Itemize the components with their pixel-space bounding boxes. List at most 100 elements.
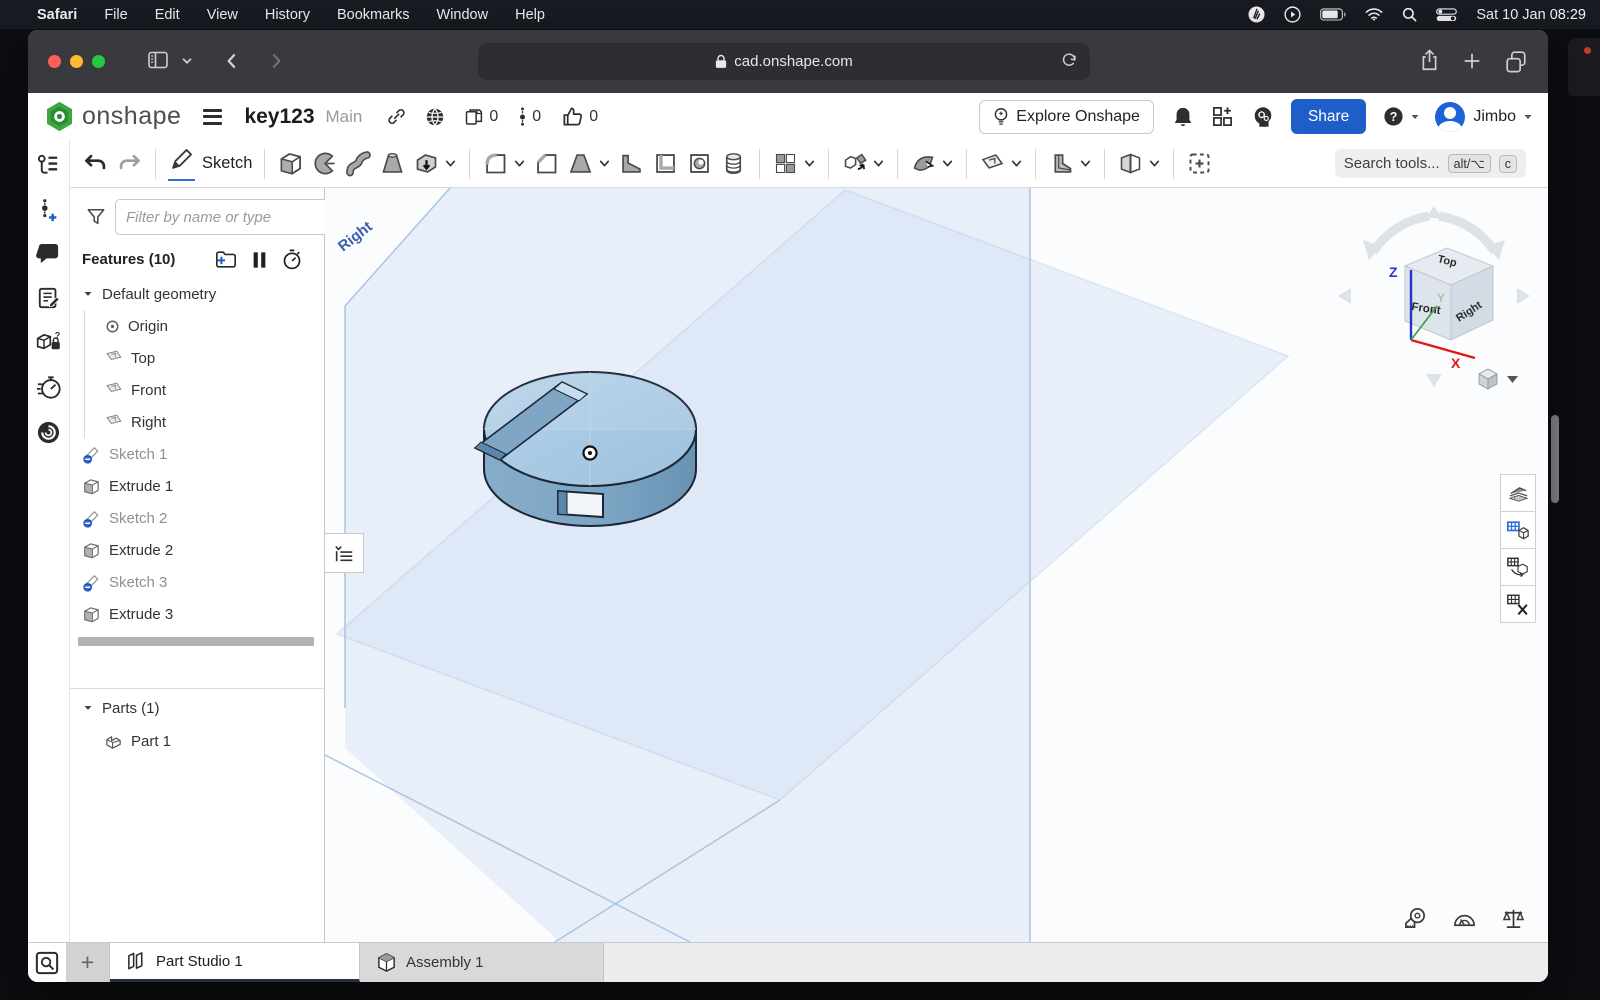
origin-marker[interactable] xyxy=(584,447,597,460)
scene-canvas[interactable]: Right xyxy=(325,188,1548,942)
split-dropdown-icon[interactable] xyxy=(1148,157,1161,170)
spotlight-icon[interactable] xyxy=(1402,7,1417,22)
likes-icon[interactable] xyxy=(561,105,584,128)
surface-dropdown-icon[interactable] xyxy=(941,157,954,170)
mass-properties-button[interactable] xyxy=(1501,907,1526,930)
menu-history[interactable]: History xyxy=(265,7,310,23)
rib-tool-button[interactable] xyxy=(618,150,645,177)
add-tab-button[interactable]: + xyxy=(66,943,110,982)
parts-header-row[interactable]: Parts (1) xyxy=(70,691,324,725)
undo-button[interactable] xyxy=(82,150,109,177)
menu-help[interactable]: Help xyxy=(515,7,545,23)
part-body[interactable] xyxy=(475,372,696,526)
menu-edit[interactable]: Edit xyxy=(155,7,180,23)
dock-notes-button[interactable] xyxy=(37,286,61,310)
thicken-dropdown-icon[interactable] xyxy=(444,157,457,170)
feature-sketch-1[interactable]: Sketch 1 xyxy=(70,438,324,470)
menu-bar-clock[interactable]: Sat 10 Jan 08:29 xyxy=(1476,7,1586,23)
feature-default-geometry[interactable]: Default geometry xyxy=(70,278,324,310)
redo-button[interactable] xyxy=(116,150,143,177)
close-window-button[interactable] xyxy=(48,55,61,68)
menu-window[interactable]: Window xyxy=(437,7,489,23)
plane-tool-button[interactable] xyxy=(979,150,1006,177)
notifications-bell-icon[interactable] xyxy=(1172,105,1194,129)
plane-dropdown-icon[interactable] xyxy=(1010,157,1023,170)
feature-origin[interactable]: Origin xyxy=(85,310,324,342)
rollback-bar[interactable] xyxy=(78,637,314,646)
share-button[interactable]: Share xyxy=(1291,99,1366,134)
fillet-tool-button[interactable] xyxy=(482,150,509,177)
suppress-pause-icon[interactable] xyxy=(252,251,267,269)
status-app-icon[interactable] xyxy=(1248,6,1265,23)
dock-create-version-button[interactable] xyxy=(38,197,59,223)
zoom-window-button[interactable] xyxy=(92,55,105,68)
user-avatar[interactable] xyxy=(1435,102,1465,132)
copies-icon[interactable] xyxy=(463,106,484,128)
feature-top-plane[interactable]: Top xyxy=(85,342,324,374)
pattern-dropdown-icon[interactable] xyxy=(803,157,816,170)
chamfer-tool-button[interactable] xyxy=(533,150,560,177)
user-name[interactable]: Jimbo xyxy=(1473,108,1516,126)
brand-name[interactable]: onshape xyxy=(82,102,181,131)
sidebar-chevron-icon[interactable] xyxy=(180,54,194,68)
fillet-dropdown-icon[interactable] xyxy=(513,157,526,170)
sketch-planes[interactable] xyxy=(325,188,1288,942)
pattern-tool-button[interactable] xyxy=(772,150,799,177)
forward-button[interactable] xyxy=(266,50,286,72)
help-chevron-icon[interactable] xyxy=(1409,111,1421,123)
back-button[interactable] xyxy=(222,50,242,72)
rotate-left-arrow[interactable] xyxy=(1338,288,1351,304)
right-plane-label[interactable]: Right xyxy=(335,218,376,255)
transform-dropdown-icon[interactable] xyxy=(872,157,885,170)
dock-comments-button[interactable] xyxy=(36,243,61,266)
feature-right-plane[interactable]: Right xyxy=(85,406,324,438)
hole-tool-button[interactable] xyxy=(686,150,713,177)
insert-derived-button[interactable] xyxy=(1186,150,1213,177)
dock-assistant-button[interactable] xyxy=(36,420,61,445)
reload-icon[interactable] xyxy=(1060,51,1079,70)
sketch-button[interactable]: Sketch xyxy=(168,146,252,181)
menu-bookmarks[interactable]: Bookmarks xyxy=(337,7,410,23)
menu-view[interactable]: View xyxy=(207,7,238,23)
appearance-panel-button[interactable] xyxy=(1500,474,1536,512)
minimize-window-button[interactable] xyxy=(70,55,83,68)
shell-tool-button[interactable] xyxy=(652,150,679,177)
feature-front-plane[interactable]: Front xyxy=(85,374,324,406)
public-globe-icon[interactable] xyxy=(424,106,446,128)
onshape-logo[interactable] xyxy=(44,101,75,132)
part-row-1[interactable]: Part 1 xyxy=(70,725,324,757)
protractor-button[interactable] xyxy=(1452,907,1477,930)
draft-dropdown-icon[interactable] xyxy=(598,157,611,170)
surface-tool-button[interactable] xyxy=(910,150,937,177)
graphics-viewport[interactable]: Right xyxy=(325,188,1548,942)
thread-tool-button[interactable] xyxy=(720,150,747,177)
feature-extrude-2[interactable]: Extrude 2 xyxy=(70,534,324,566)
sidebar-toggle-icon[interactable] xyxy=(146,48,170,72)
feature-extrude-1[interactable]: Extrude 1 xyxy=(70,470,324,502)
wifi-icon[interactable] xyxy=(1365,8,1383,21)
window-scrollbar[interactable] xyxy=(1551,415,1559,503)
menu-safari[interactable]: Safari xyxy=(37,7,77,23)
document-menu-icon[interactable] xyxy=(203,109,222,125)
chevron-down-icon[interactable] xyxy=(82,702,94,714)
feature-sketch-2[interactable]: Sketch 2 xyxy=(70,502,324,534)
play-status-icon[interactable] xyxy=(1284,6,1301,23)
split-tool-button[interactable] xyxy=(1117,150,1144,177)
roll-ccw-arrow[interactable] xyxy=(1373,216,1429,252)
tab-assembly-1[interactable]: Assembly 1 xyxy=(360,943,604,982)
custom-tables-panel-button[interactable] xyxy=(1500,548,1536,586)
thicken-tool-button[interactable] xyxy=(413,150,440,177)
revolve-tool-button[interactable] xyxy=(311,150,338,177)
feature-extrude-3[interactable]: Extrude 3 xyxy=(70,598,324,630)
sweep-tool-button[interactable] xyxy=(345,150,372,177)
rotate-down-arrow[interactable] xyxy=(1426,374,1442,387)
chevron-down-icon[interactable] xyxy=(82,288,94,300)
address-bar[interactable]: cad.onshape.com xyxy=(478,43,1090,80)
panel-collapse-button[interactable] xyxy=(324,533,364,573)
share-link-icon[interactable] xyxy=(386,106,407,127)
document-title[interactable]: key123 xyxy=(244,105,314,129)
tab-overview-icon[interactable] xyxy=(1504,49,1528,73)
search-tabs-button[interactable] xyxy=(28,943,66,982)
draft-tool-button[interactable] xyxy=(567,150,594,177)
dock-outline-button[interactable] xyxy=(36,152,61,177)
